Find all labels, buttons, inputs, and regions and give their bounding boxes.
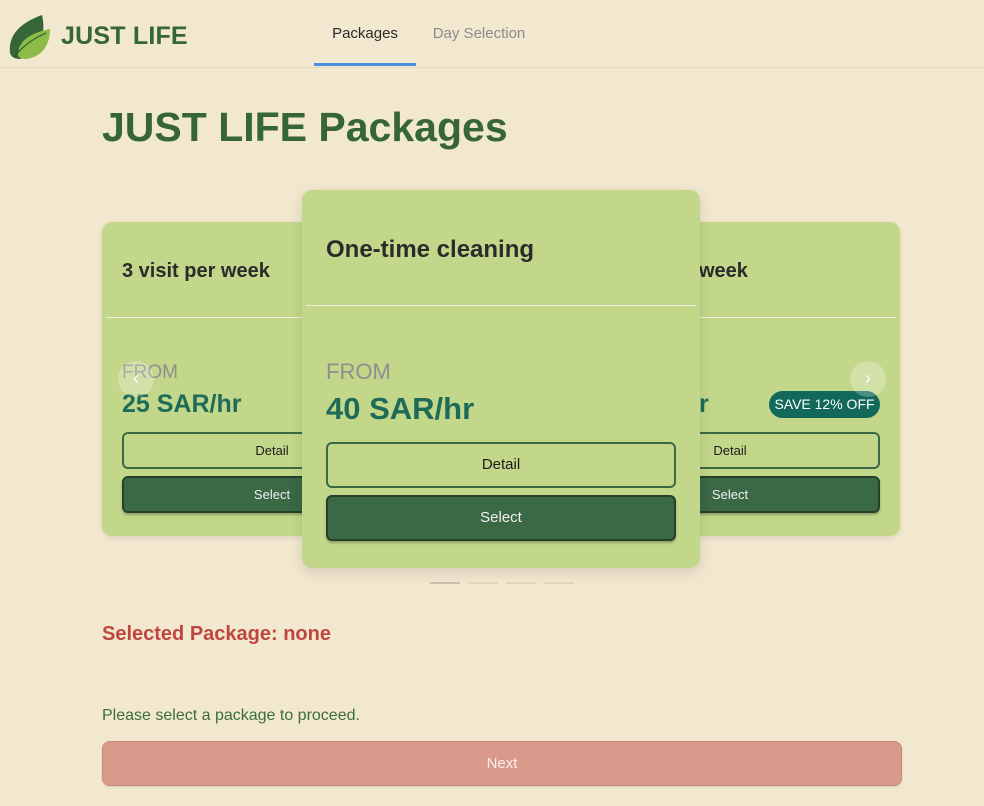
- page-title: JUST LIFE Packages: [102, 104, 508, 150]
- price-label: 40 SAR/hr: [326, 391, 475, 426]
- card-title: One-time cleaning: [326, 236, 535, 263]
- package-card-one-time[interactable]: One-time cleaning FROM 40 SAR/hr Detail …: [302, 190, 700, 568]
- price-label: r: [699, 390, 709, 418]
- from-label: FROM: [326, 359, 391, 384]
- carousel-dot[interactable]: [506, 582, 536, 584]
- detail-button[interactable]: Detail: [326, 442, 676, 488]
- tab-packages[interactable]: Packages: [314, 0, 416, 66]
- select-button[interactable]: Select: [326, 495, 676, 541]
- leaf-icon[interactable]: [6, 13, 52, 61]
- next-button[interactable]: Next: [102, 741, 902, 786]
- brand-name: JUST LIFE: [61, 22, 188, 50]
- selected-package-status: Selected Package: none: [102, 623, 331, 645]
- carousel-next-icon[interactable]: ›: [850, 361, 886, 397]
- carousel-dot[interactable]: [430, 582, 460, 584]
- carousel-prev-icon[interactable]: ‹: [118, 361, 154, 397]
- card-title: week: [699, 260, 748, 282]
- card-divider: [306, 305, 696, 306]
- carousel-dot[interactable]: [544, 582, 574, 584]
- tab-day-selection[interactable]: Day Selection: [428, 0, 530, 66]
- app-header: JUST LIFE Packages Day Selection: [0, 0, 984, 68]
- instruction-text: Please select a package to proceed.: [102, 707, 360, 724]
- card-title: 3 visit per week: [122, 260, 270, 282]
- carousel-dot[interactable]: [468, 582, 498, 584]
